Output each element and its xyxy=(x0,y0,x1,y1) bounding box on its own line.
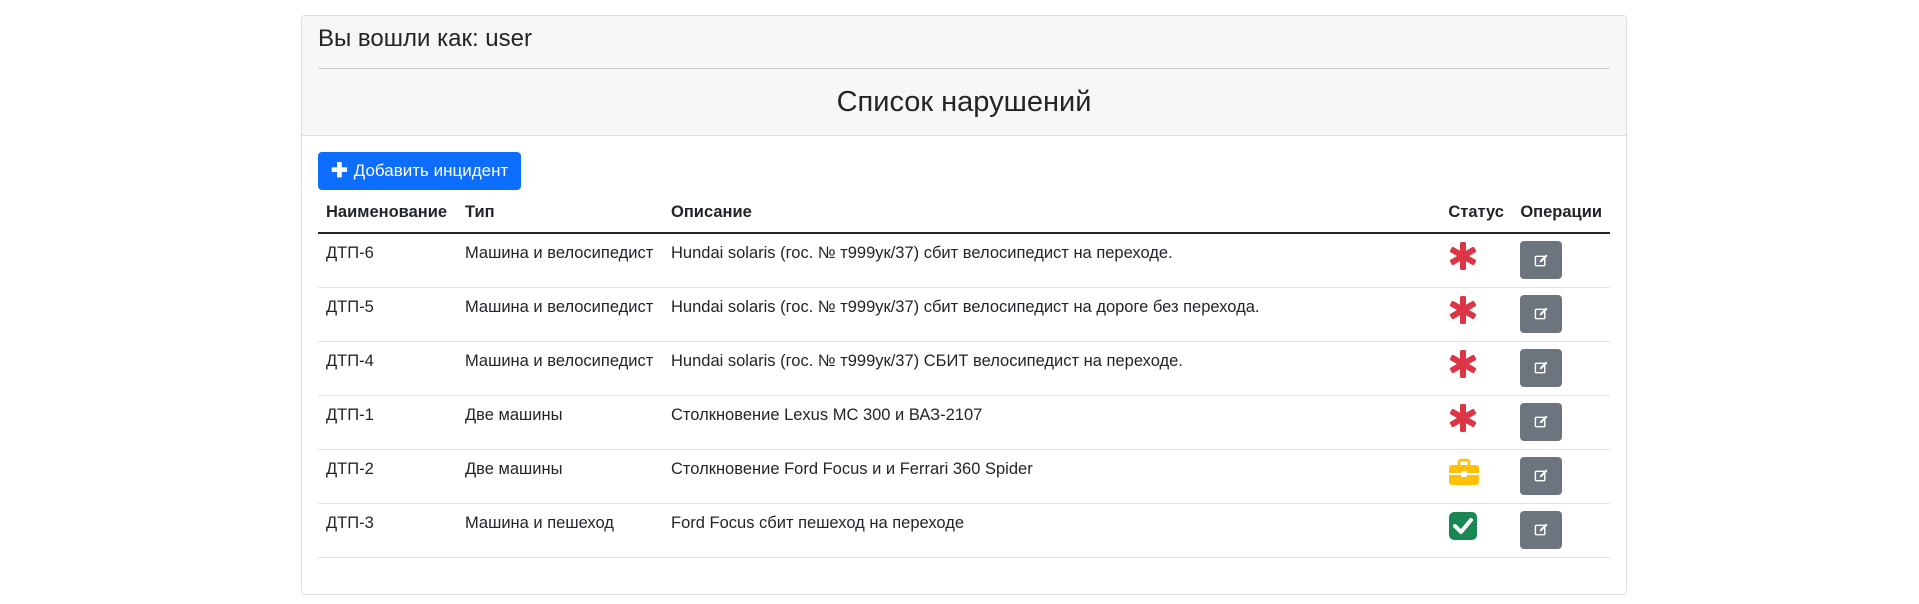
column-header-type: Тип xyxy=(457,193,663,234)
incident-status xyxy=(1440,287,1513,342)
incident-description: Столкновение Ford Focus и и Ferrari 360 … xyxy=(663,449,1441,504)
incident-description: Hundai solaris (гос. № т999ук/37) сбит в… xyxy=(663,233,1441,288)
incident-type: Машина и велосипедист xyxy=(457,287,663,342)
incident-name: ДТП-5 xyxy=(318,287,457,342)
page-title: Список нарушений xyxy=(836,86,1092,118)
check-square-icon xyxy=(1448,511,1478,541)
logged-in-user-text: Вы вошли как: user xyxy=(318,16,1610,69)
table-row: ДТП-3 Машина и пешеход Ford Focus сбит пеш… xyxy=(318,503,1610,558)
incidents-table: Наименование Тип Описание Статус Операци… xyxy=(318,193,1610,558)
table-row: ДТП-2 Две машины Столкновение Ford Focus и… xyxy=(318,449,1610,504)
edit-button[interactable] xyxy=(1520,510,1563,549)
asterisk-icon xyxy=(1448,295,1478,325)
asterisk-icon xyxy=(1448,403,1478,433)
table-header-row: Наименование Тип Описание Статус Операци… xyxy=(318,193,1610,234)
incident-status xyxy=(1440,341,1513,396)
edit-button[interactable] xyxy=(1520,294,1563,333)
edit-icon xyxy=(1534,306,1549,321)
edit-icon xyxy=(1534,468,1549,483)
column-header-operations: Операции xyxy=(1512,193,1610,234)
edit-button[interactable] xyxy=(1520,241,1563,279)
table-row: ДТП-6 Машина и велосипедист Hundai solaris… xyxy=(318,233,1610,288)
incident-type: Две машины xyxy=(457,395,663,450)
edit-icon xyxy=(1534,522,1549,537)
plus-icon: ✚ xyxy=(331,160,348,182)
incident-operations xyxy=(1512,287,1610,342)
incident-status xyxy=(1440,233,1513,288)
incident-operations xyxy=(1512,233,1610,288)
column-header-description: Описание xyxy=(663,193,1441,234)
incident-name: ДТП-4 xyxy=(318,341,457,396)
edit-button[interactable] xyxy=(1520,348,1563,387)
incident-description: Столкновение Lexus MC 300 и ВАЗ-2107 xyxy=(663,395,1441,450)
incident-operations xyxy=(1512,449,1610,504)
incident-type: Машина и велосипедист xyxy=(457,341,663,396)
incident-status xyxy=(1440,395,1513,450)
incident-type: Машина и пешеход xyxy=(457,503,663,558)
incident-description: Ford Focus сбит пешеход на переходе xyxy=(663,503,1441,558)
add-incident-button[interactable]: ✚ Добавить инцидент xyxy=(318,152,522,190)
card-header: Вы вошли как: user Список нарушений xyxy=(302,16,1626,136)
incident-type: Две машины xyxy=(457,449,663,504)
column-header-status: Статус xyxy=(1440,193,1513,234)
incident-name: ДТП-1 xyxy=(318,395,457,450)
edit-icon xyxy=(1534,360,1549,375)
edit-button[interactable] xyxy=(1520,456,1563,495)
column-header-name: Наименование xyxy=(318,193,457,234)
incident-operations xyxy=(1512,395,1610,450)
incident-description: Hundai solaris (гос. № т999ук/37) сбит в… xyxy=(663,287,1441,342)
incident-operations xyxy=(1512,503,1610,558)
asterisk-icon xyxy=(1448,349,1478,379)
edit-icon xyxy=(1534,253,1549,268)
table-row: ДТП-4 Машина и велосипедист Hundai solaris… xyxy=(318,341,1610,396)
asterisk-icon xyxy=(1448,241,1478,271)
incidents-card: Вы вошли как: user Список нарушений ✚ До… xyxy=(301,15,1627,595)
incident-description: Hundai solaris (гос. № т999ук/37) СБИТ в… xyxy=(663,341,1441,396)
table-row: ДТП-1 Две машины Столкновение Lexus MC 300… xyxy=(318,395,1610,450)
incident-name: ДТП-2 xyxy=(318,449,457,504)
table-row: ДТП-5 Машина и велосипедист Hundai solaris… xyxy=(318,287,1610,342)
card-body: ✚ Добавить инцидент Наименование Тип Опи… xyxy=(302,136,1626,558)
incident-status xyxy=(1440,449,1513,504)
edit-button[interactable] xyxy=(1520,402,1563,441)
incident-type: Машина и велосипедист xyxy=(457,233,663,288)
incident-name: ДТП-6 xyxy=(318,233,457,288)
edit-icon xyxy=(1534,414,1549,429)
incident-status xyxy=(1440,503,1513,558)
incident-name: ДТП-3 xyxy=(318,503,457,558)
add-incident-label: Добавить инцидент xyxy=(353,161,509,180)
incident-operations xyxy=(1512,341,1610,396)
briefcase-icon xyxy=(1448,457,1480,487)
